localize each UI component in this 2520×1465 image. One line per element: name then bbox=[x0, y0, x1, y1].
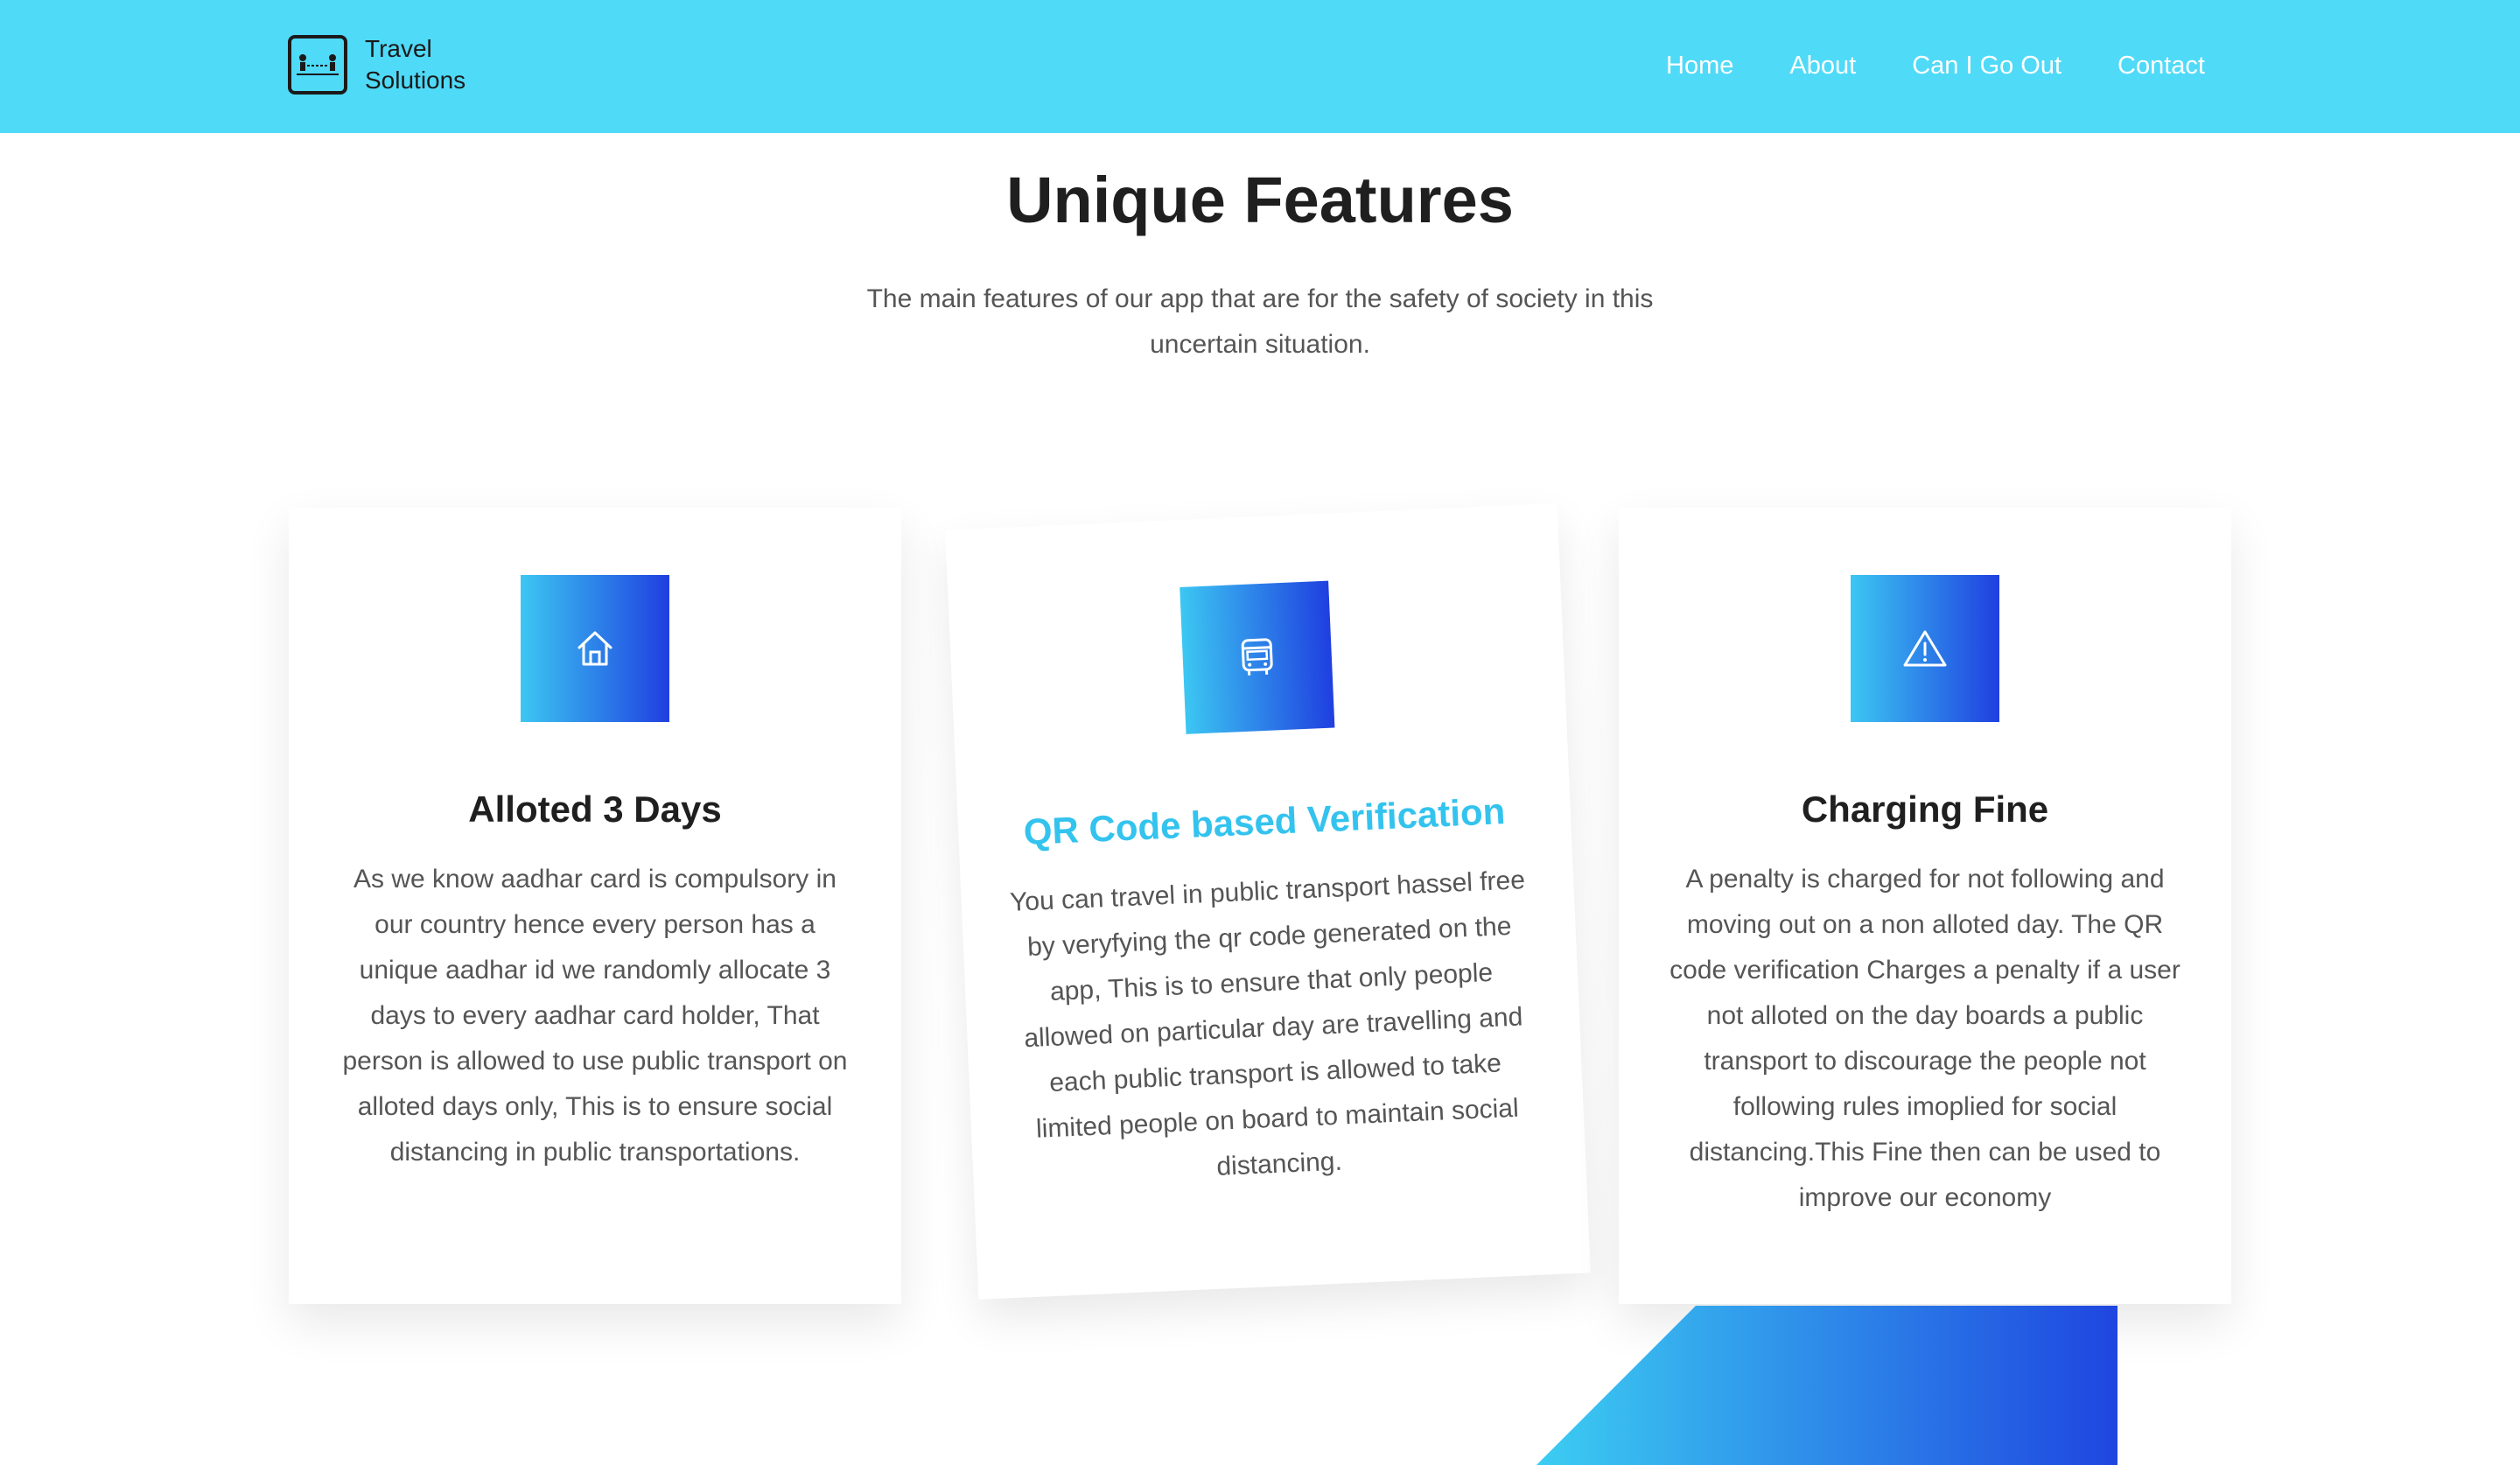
nav-contact[interactable]: Contact bbox=[2118, 47, 2205, 84]
logo-line-2: Solutions bbox=[365, 67, 466, 94]
logo-link[interactable]: Travel Solutions bbox=[288, 33, 466, 96]
card-text: As we know aadhar card is compulsory in … bbox=[342, 865, 848, 1167]
warning-icon bbox=[1851, 575, 1999, 722]
logo-text: Travel Solutions bbox=[365, 33, 466, 96]
logo-line-1: Travel bbox=[365, 35, 432, 62]
feature-card-qr-verification: QR Code based Verification You can trave… bbox=[945, 503, 1591, 1300]
feature-card-charging-fine: Charging Fine A penalty is charged for n… bbox=[1619, 508, 2231, 1304]
section-subtitle: The main features of our app that are fo… bbox=[866, 284, 1654, 359]
card-title: Alloted 3 Days bbox=[468, 789, 722, 830]
bus-icon bbox=[1180, 580, 1335, 734]
decorative-gradient-shape bbox=[1536, 1306, 2118, 1465]
feature-card-alloted-days: Alloted 3 Days As we know aadhar card is… bbox=[289, 508, 901, 1304]
card-text: A penalty is charged for not following a… bbox=[1670, 865, 2180, 1212]
card-title: Charging Fine bbox=[1801, 789, 2049, 830]
travel-people-icon bbox=[288, 35, 347, 95]
nav-about[interactable]: About bbox=[1789, 47, 1856, 84]
nav-can-i-go-out[interactable]: Can I Go Out bbox=[1912, 47, 2062, 84]
card-title: QR Code based Verification bbox=[1022, 790, 1507, 853]
main-nav: Home About Can I Go Out Contact bbox=[1610, 47, 2205, 84]
section-title: Unique Features bbox=[1006, 164, 1514, 236]
site-header: Travel Solutions Home About Can I Go Out… bbox=[0, 0, 2520, 133]
home-icon bbox=[521, 575, 669, 722]
card-text: You can travel in public transport hasse… bbox=[1009, 866, 1526, 1181]
nav-home[interactable]: Home bbox=[1666, 47, 1733, 84]
